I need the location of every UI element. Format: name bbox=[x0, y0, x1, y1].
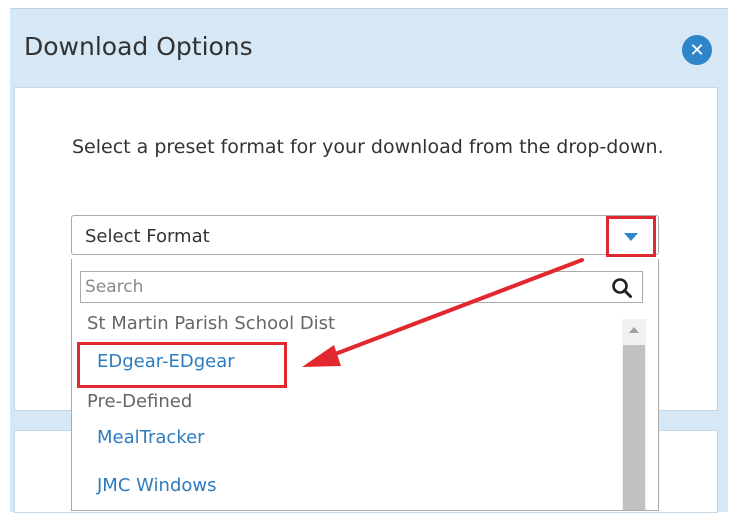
format-select-value: Select Format bbox=[85, 226, 210, 247]
dialog-title: Download Options bbox=[24, 32, 253, 61]
search-box bbox=[80, 271, 643, 303]
format-select[interactable]: Select Format bbox=[71, 215, 659, 255]
close-icon: ✕ bbox=[689, 39, 705, 61]
scrollbar-thumb[interactable] bbox=[623, 345, 645, 510]
option-mealtracker[interactable]: MealTracker bbox=[97, 427, 205, 448]
option-group-label: Pre-Defined bbox=[87, 391, 193, 412]
scroll-up-icon[interactable] bbox=[629, 327, 639, 333]
caret-annotation-box bbox=[606, 216, 656, 257]
search-icon[interactable] bbox=[611, 277, 633, 299]
instructions-text: Select a preset format for your download… bbox=[72, 136, 664, 158]
close-button[interactable]: ✕ bbox=[682, 35, 712, 65]
search-input[interactable] bbox=[81, 272, 601, 302]
option-jmc-windows[interactable]: JMC Windows bbox=[97, 475, 216, 496]
dropdown-scrollbar[interactable] bbox=[622, 319, 646, 510]
option-annotation-box bbox=[77, 342, 287, 388]
option-group-label: St Martin Parish School Dist bbox=[87, 313, 336, 334]
